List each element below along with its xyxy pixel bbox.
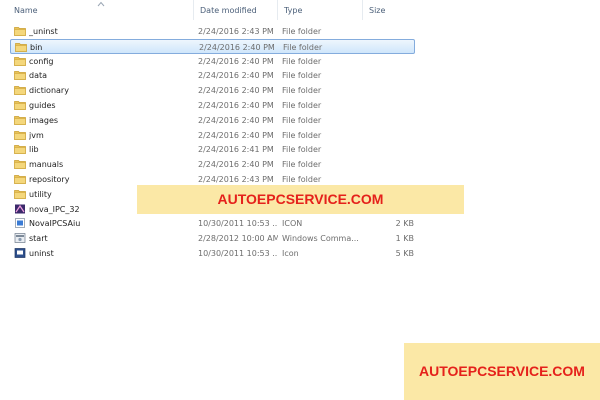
file-size (366, 157, 414, 172)
file-date-modified: 2/24/2016 2:40 PM (198, 86, 274, 96)
file-row[interactable]: bin 2/24/2016 2:40 PM File folder (10, 38, 415, 55)
file-name: jvm (29, 130, 44, 140)
file-type: File folder (282, 115, 322, 125)
file-type: File folder (282, 56, 322, 66)
file-type: File folder (283, 42, 323, 52)
file-name: uninst (29, 249, 54, 258)
folder-icon (14, 100, 26, 110)
file-size (366, 142, 414, 157)
file-date-modified: 2/24/2016 2:40 PM (198, 130, 274, 140)
file-size (366, 68, 414, 83)
file-date-modified: 2/24/2016 2:40 PM (198, 160, 274, 170)
file-date-modified: 2/28/2012 10:00 AM (198, 234, 278, 244)
file-size (366, 83, 414, 98)
file-date-modified: 10/30/2011 10:53 ... (198, 219, 278, 229)
file-name: config (29, 56, 54, 66)
folder-icon (14, 130, 26, 140)
file-row[interactable]: start 2/28/2012 10:00 AM Windows Comma... 1… (10, 231, 415, 246)
file-name: bin (30, 42, 43, 52)
folder-icon (14, 144, 26, 155)
file-size (367, 40, 415, 55)
file-type: File folder (282, 145, 322, 155)
file-type: Windows Comma... (282, 234, 359, 244)
column-header-date-modified[interactable]: Date modified (193, 0, 278, 20)
file-name: guides (29, 101, 56, 110)
file-type: File folder (282, 71, 322, 81)
column-header-bar: Name Date modified Type Size (0, 0, 600, 20)
watermark-banner: AUTOEPCSERVICE.COM (404, 343, 600, 400)
file-row[interactable]: guides 2/24/2016 2:40 PM File folder (10, 98, 415, 113)
file-date-modified: 2/24/2016 2:40 PM (199, 42, 275, 52)
folder-icon (14, 26, 26, 36)
folder-icon (14, 115, 26, 125)
file-row[interactable]: dictionary 2/24/2016 2:40 PM File folder (10, 83, 415, 98)
file-date-modified: 2/24/2016 2:40 PM (198, 101, 274, 110)
file-name: NovaIPCSAiu (29, 219, 81, 229)
file-date-modified: 2/24/2016 2:43 PM (198, 27, 274, 36)
column-header-type[interactable]: Type (277, 0, 362, 20)
file-type: File folder (282, 130, 322, 140)
folder-icon (14, 85, 26, 96)
file-size (366, 54, 414, 69)
uninstall-icon (14, 248, 26, 258)
folder-icon (14, 159, 26, 170)
file-row[interactable]: manuals 2/24/2016 2:40 PM File folder (10, 157, 415, 172)
file-size: 2 KB (395, 219, 414, 229)
file-name: manuals (29, 160, 64, 170)
file-date-modified: 10/30/2011 10:53 ... (198, 249, 278, 258)
file-size (366, 24, 414, 39)
file-name: data (29, 71, 48, 81)
file-name: _uninst (29, 27, 58, 36)
folder-icon (14, 189, 26, 199)
file-date-modified: 2/24/2016 2:40 PM (198, 56, 274, 66)
file-size: 1 KB (395, 234, 414, 244)
file-type: File folder (282, 160, 322, 170)
file-row[interactable]: NovaIPCSAiu 10/30/2011 10:53 ... ICON 2 KB (10, 216, 415, 231)
file-name: start (29, 234, 48, 244)
file-size: 5 KB (395, 249, 414, 258)
folder-icon (14, 174, 26, 184)
file-row[interactable]: _uninst 2/24/2016 2:43 PM File folder (10, 24, 415, 39)
application-icon (14, 204, 26, 214)
file-row[interactable]: images 2/24/2016 2:40 PM File folder (10, 113, 415, 128)
file-type: ICON (282, 219, 303, 229)
file-type: File folder (282, 86, 322, 96)
file-name: dictionary (29, 86, 69, 96)
folder-icon (14, 70, 26, 81)
folder-icon (14, 56, 26, 66)
file-size (366, 128, 414, 143)
file-row[interactable]: jvm 2/24/2016 2:40 PM File folder (10, 128, 415, 143)
watermark-banner: AUTOEPCSERVICE.COM (137, 185, 464, 214)
file-date-modified: 2/24/2016 2:40 PM (198, 115, 274, 125)
file-row[interactable]: lib 2/24/2016 2:41 PM File folder (10, 142, 415, 157)
file-size (366, 113, 414, 128)
file-type: File folder (282, 101, 322, 110)
column-header-size[interactable]: Size (362, 0, 418, 20)
file-row[interactable]: uninst 10/30/2011 10:53 ... Icon 5 KB (10, 246, 415, 261)
file-type: File folder (282, 27, 322, 36)
file-type: Icon (282, 249, 299, 258)
file-name: lib (29, 145, 39, 155)
file-date-modified: 2/24/2016 2:40 PM (198, 71, 274, 81)
file-size (366, 98, 414, 113)
file-name: images (29, 115, 59, 125)
folder-icon (15, 42, 27, 52)
batch-file-icon (14, 233, 26, 244)
file-row[interactable]: data 2/24/2016 2:40 PM File folder (10, 68, 415, 83)
icon-file-icon (14, 218, 26, 229)
file-date-modified: 2/24/2016 2:41 PM (198, 145, 274, 155)
file-row[interactable]: config 2/24/2016 2:40 PM File folder (10, 54, 415, 69)
sort-ascending-icon (97, 1, 105, 7)
